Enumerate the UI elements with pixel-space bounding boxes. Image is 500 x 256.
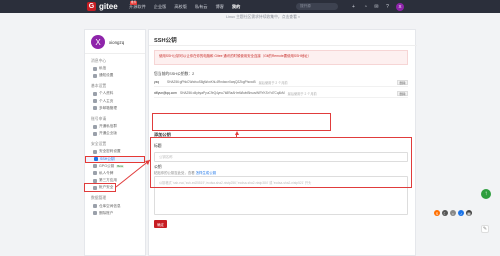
sidebar-item-emails[interactable]: 多邮箱管理 — [85, 105, 145, 112]
nav-items: 开源软件 企业版 高校版 私有云 博客 我的 — [129, 4, 248, 10]
submit-button[interactable]: 确定 — [154, 220, 167, 228]
plus-icon[interactable]: + — [350, 3, 357, 10]
sidebar-item-label: 删除账户 — [99, 210, 114, 215]
sidebar-item-label: 私信 — [99, 66, 107, 71]
float-toolbar: S ☾ • ♪ ▦ — [434, 209, 472, 217]
sidebar-item-ssh-keys[interactable]: SSH公钥 — [85, 155, 145, 163]
info-box: 使用SSH公钥可以让你在你的电脑和 Gitee 通讯的时候使用安全连接（Git的… — [154, 50, 408, 65]
search-input[interactable]: 搜开源 — [296, 3, 338, 10]
user-avatar[interactable]: X — [396, 2, 404, 11]
gitee-logo-icon: G — [87, 2, 96, 11]
lock-icon — [93, 149, 97, 154]
nav-item-mine[interactable]: 我的 — [232, 4, 240, 10]
token-icon — [93, 171, 97, 176]
nav-item-private-cloud[interactable]: 私有云 — [195, 4, 208, 10]
moon-icon[interactable]: ☾ — [442, 210, 448, 216]
sidebar-item-label: 多邮箱管理 — [99, 105, 117, 110]
annotation-arrow-up-icon — [234, 131, 239, 135]
sidebar-item-enterprise[interactable]: 开通企业版 — [85, 130, 145, 137]
annotation-box-sidebar — [84, 183, 116, 192]
notice-banner[interactable]: Linux 主题社区需求持续收集中，点击查看 × — [226, 15, 300, 20]
annotation-box-title — [152, 113, 331, 131]
avatar[interactable]: X — [91, 35, 105, 49]
question-icon[interactable]: ? — [384, 3, 391, 10]
trash-icon — [93, 211, 97, 216]
nav-badge: 推荐 — [130, 1, 138, 5]
profile[interactable]: X xiongzq — [85, 30, 145, 54]
key-fingerprint: SHA256:d4ybyaPyuC9rQ4ynu7k8RaAHmWkvbBhsu… — [180, 91, 285, 95]
delete-key-button[interactable]: 删除 — [397, 91, 408, 96]
sidebar-item-storage[interactable]: 仓库空间信息 — [85, 202, 145, 209]
group-title: 安全设置 — [91, 142, 107, 147]
group-title: 账号申请 — [91, 116, 107, 121]
building-icon — [93, 131, 97, 136]
sidebar-item-messages[interactable]: 私信 — [85, 65, 145, 72]
sidebar-item-label: 个人主页 — [99, 98, 114, 103]
group-messages: 消息中心 私信 通知设置 — [85, 54, 145, 79]
sidebar: X xiongzq 消息中心 私信 通知设置 基本设置 个人资料 个人主页 多邮… — [84, 29, 146, 256]
delete-key-button[interactable]: 删除 — [397, 80, 408, 85]
bell-icon — [93, 73, 97, 78]
nav-item-blog[interactable]: 博客 — [216, 4, 224, 10]
username[interactable]: xiongzq — [109, 40, 124, 45]
storage-icon — [93, 204, 97, 209]
key-fingerprint: SHA256:gPhkCWwlvuS8gWcxKhL4RndwcrXwqQ2Zk… — [167, 80, 256, 84]
sidebar-item-label: GPG公钥 — [99, 163, 115, 168]
sidebar-item-notify[interactable]: 通知设置 — [85, 72, 145, 79]
email-icon — [93, 106, 97, 111]
group-basic: 基本设置 个人资料 个人主页 多邮箱管理 — [85, 79, 145, 112]
nav-item-enterprise[interactable]: 企业版 — [154, 4, 167, 10]
sidebar-item-profile[interactable]: 个人资料 — [85, 90, 145, 97]
grid-icon[interactable]: ▦ — [466, 210, 472, 216]
annotation-box-pubkey — [150, 137, 412, 188]
sidebar-item-label: 私人令牌 — [99, 170, 114, 175]
mic-icon[interactable]: ♪ — [458, 210, 464, 216]
go-top-button[interactable]: ↑ — [481, 189, 491, 199]
key-name: xiflyun@qq.com — [154, 91, 177, 95]
sidebar-item-homepage[interactable]: 个人主页 — [85, 98, 145, 105]
user-icon — [93, 91, 97, 96]
sidebar-item-delete-account[interactable]: 删除账户 — [85, 210, 145, 217]
key-time: 最后使用于 2 个月前 — [258, 80, 288, 85]
group-title: 消息中心 — [91, 59, 107, 63]
sidebar-item-gpg-keys[interactable]: GPG公钥 Beta — [85, 163, 145, 170]
divider — [149, 45, 417, 46]
key-icon — [94, 157, 98, 162]
bell-icon[interactable]: ◔ — [362, 3, 369, 10]
sidebar-item-tokens[interactable]: 私人令牌 — [85, 170, 145, 177]
group-title: 数据管理 — [91, 196, 107, 201]
mail-icon[interactable]: ✉ — [373, 3, 380, 10]
feedback-icon[interactable]: ✎ — [481, 225, 489, 233]
key-row: yzq SHA256:gPhkCWwlvuS8gWcxKhL4RndwcrXwq… — [154, 78, 408, 87]
beta-badge: Beta — [116, 163, 124, 168]
sidebar-item-private-group[interactable]: 开通私信群 — [85, 123, 145, 130]
page-title: SSH公钥 — [154, 38, 177, 44]
sidebar-item-label: 通知设置 — [99, 73, 114, 78]
group-data: 数据管理 仓库空间信息 删除账户 — [85, 191, 145, 216]
logo-text: gitee — [99, 1, 118, 11]
sidebar-item-label: SSH公钥 — [100, 156, 115, 161]
key-row: xiflyun@qq.com SHA256:d4ybyaPyuC9rQ4ynu7… — [154, 89, 408, 98]
key-count-label: 您当前的SSH公钥数：2 — [154, 72, 195, 76]
sidebar-item-label: 开通企业版 — [99, 131, 117, 136]
mail-icon — [93, 66, 97, 71]
group-account: 账号申请 开通私信群 开通企业版 — [85, 112, 145, 137]
sidebar-item-label: 个人资料 — [99, 91, 114, 96]
sidebar-item-label: 安全密码设置 — [99, 149, 121, 154]
shield-icon — [93, 164, 97, 169]
logo[interactable]: G gitee — [87, 2, 125, 11]
group-icon — [93, 124, 97, 129]
home-icon — [93, 99, 97, 104]
group-title: 基本设置 — [91, 84, 107, 89]
key-time: 最后使用于 2 个月前 — [287, 91, 317, 96]
dot-icon[interactable]: • — [450, 210, 456, 216]
sogou-icon[interactable]: S — [434, 210, 440, 216]
sidebar-item-label: 仓库空间信息 — [99, 203, 121, 208]
key-name: yzq — [154, 80, 159, 84]
sidebar-item-label: 开通私信群 — [99, 124, 117, 129]
nav-item-education[interactable]: 高校版 — [174, 4, 187, 10]
sidebar-item-password[interactable]: 安全密码设置 — [85, 148, 145, 155]
top-nav: G gitee 开源软件 企业版 高校版 私有云 博客 我的 推荐 — [0, 0, 500, 13]
